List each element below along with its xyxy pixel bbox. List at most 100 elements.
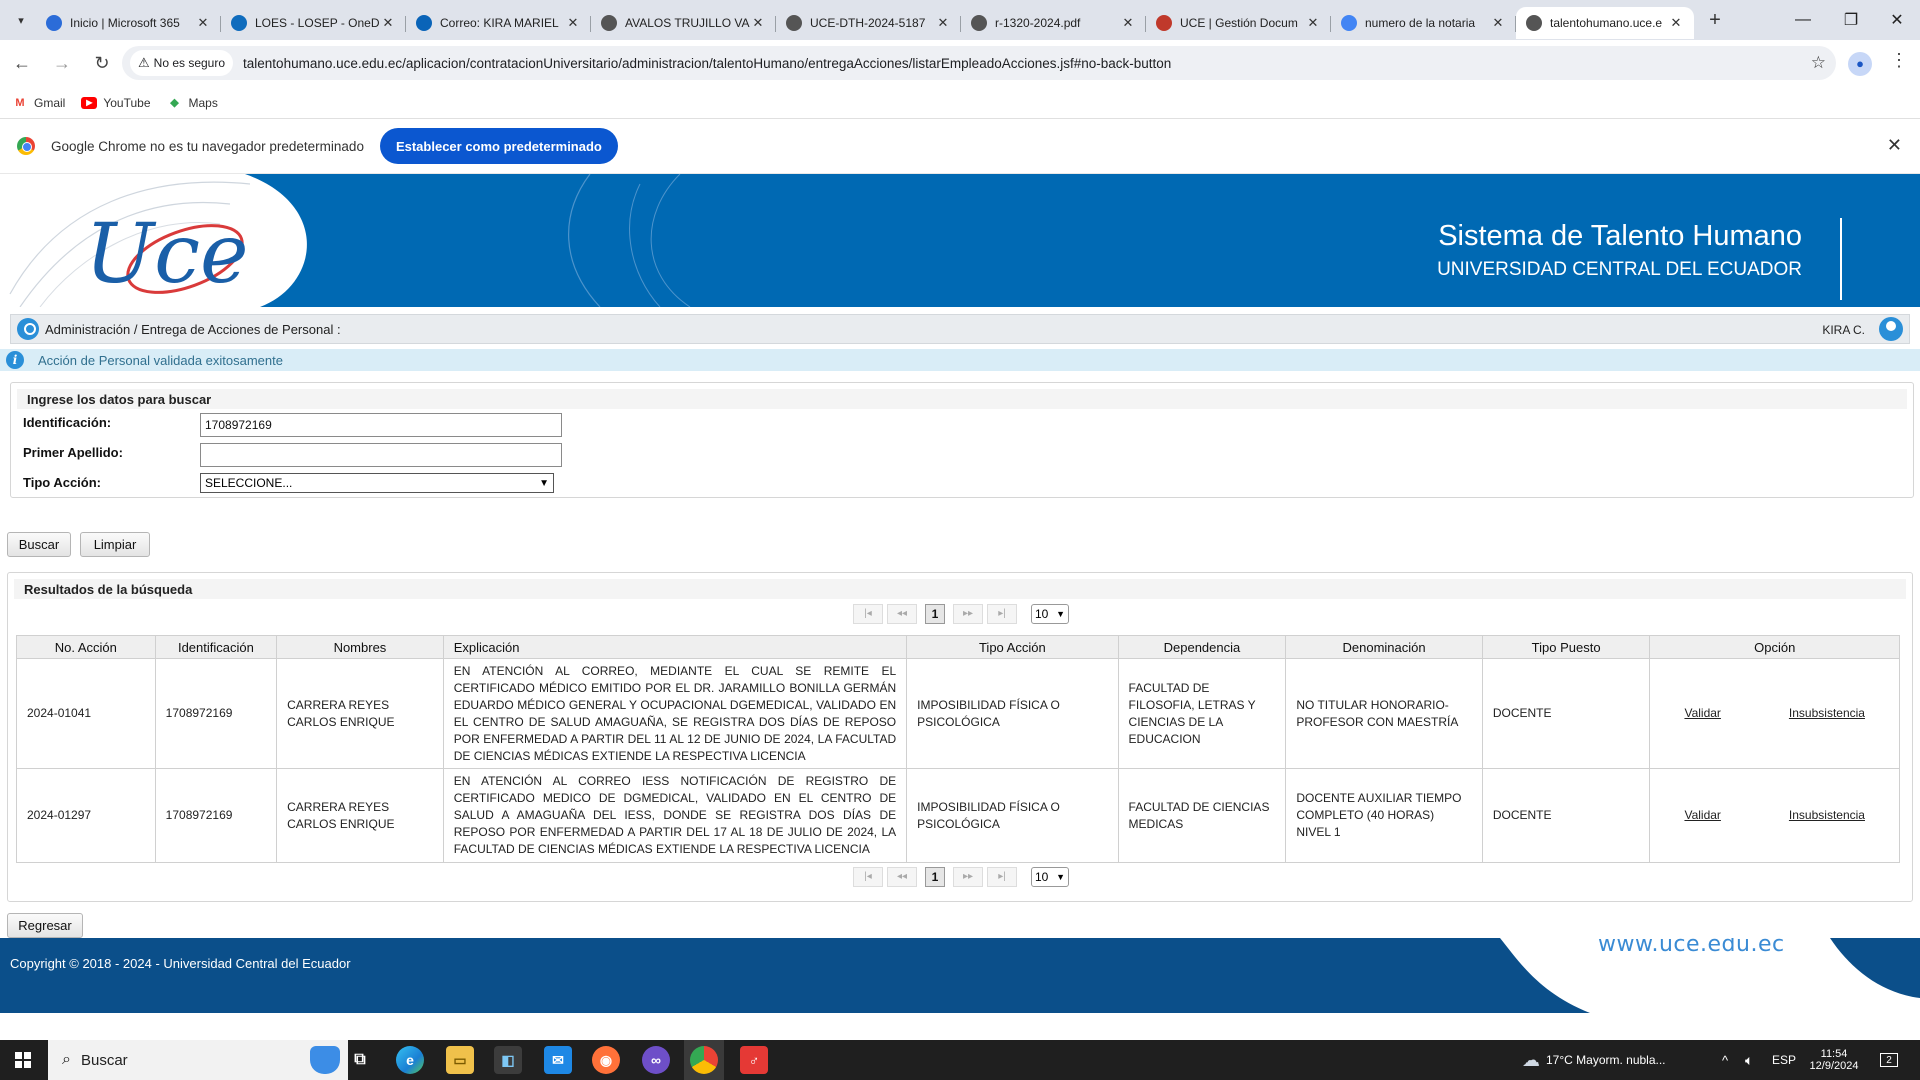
last-page-icon[interactable]: ▸| — [987, 604, 1017, 624]
current-page[interactable]: 1 — [925, 867, 945, 887]
close-tab-icon[interactable]: ✕ — [565, 15, 581, 31]
browser-tab[interactable]: Inicio | Microsoft 365 ✕ — [36, 7, 221, 39]
tab-title: talentohumano.uce.e — [1550, 16, 1663, 30]
mail-icon[interactable]: ✉ — [544, 1046, 572, 1074]
browser-tab[interactable]: LOES - LOSEP - OneD ✕ — [221, 7, 406, 39]
menu-kebab-icon[interactable]: ⋮ — [1890, 50, 1908, 71]
globe-icon — [601, 15, 617, 31]
acrobat-icon[interactable]: ♂ — [740, 1046, 768, 1074]
taskbar-search-text: Buscar — [80, 1051, 128, 1069]
insubsistence-link[interactable]: Insubsistencia — [1789, 808, 1865, 822]
next-page-icon[interactable]: ▸▸ — [953, 604, 983, 624]
table-header-row: No. Acción Identificación Nombres Explicaci… — [16, 635, 1900, 659]
cell-action-type: IMPOSIBILIDAD FÍSICA O PSICOLÓGICA — [906, 768, 1119, 863]
weather-widget[interactable]: ☁ 17°C Mayorm. nubla... — [1522, 1040, 1666, 1080]
close-tab-icon[interactable]: ✕ — [1305, 15, 1321, 31]
chrome-icon[interactable] — [690, 1046, 718, 1074]
website-text[interactable]: www.uce.edu.ec — [1598, 938, 1785, 957]
omnibox[interactable]: ⚠ No es seguro talentohumano.uce.edu.ec/… — [122, 46, 1836, 80]
svg-text:Uce: Uce — [85, 207, 249, 302]
id-input[interactable] — [200, 413, 562, 437]
tab-title: r-1320-2024.pdf — [995, 16, 1081, 30]
cell-name: CARRERA REYES CARLOS ENRIQUE — [276, 658, 444, 769]
bookmark-maps[interactable]: ◆ Maps — [167, 96, 218, 110]
taskbar-search[interactable]: ⌕ Buscar — [48, 1040, 348, 1080]
task-view-icon[interactable]: ⧉ — [346, 1046, 374, 1074]
clipchamp-icon[interactable]: ∞ — [642, 1046, 670, 1074]
clock[interactable]: 11:54 12/9/2024 — [1806, 1040, 1862, 1080]
volume-icon[interactable]: 🔈︎ — [1745, 1040, 1753, 1080]
browser-tab[interactable]: UCE-DTH-2024-5187 ✕ — [776, 7, 961, 39]
close-tab-icon[interactable]: ✕ — [195, 15, 211, 31]
profile-icon[interactable]: ● — [1848, 52, 1872, 76]
prev-page-icon[interactable]: ◂◂ — [887, 604, 917, 624]
close-window-icon[interactable]: ✕ — [1874, 0, 1920, 40]
user-name[interactable]: KIRA C. — [1822, 323, 1865, 337]
tray-chevron-icon[interactable]: ^ — [1722, 1040, 1728, 1080]
new-tab-icon[interactable]: + — [1700, 9, 1730, 32]
tab-search-icon[interactable]: ▾ — [6, 5, 36, 35]
browser-tab[interactable]: Correo: KIRA MARIEL ✕ — [406, 7, 591, 39]
info-icon: i — [6, 351, 24, 369]
back-icon[interactable]: ← — [4, 46, 40, 82]
file-explorer-icon[interactable]: ▭ — [446, 1046, 474, 1074]
browser-tab-strip: ▾ Inicio | Microsoft 365 ✕ LOES - LOSEP - … — [0, 0, 1920, 40]
rows-per-page-select[interactable]: 10 ▼ — [1031, 867, 1069, 887]
cell-action-no: 2024-01041 — [16, 658, 156, 769]
validate-link[interactable]: Validar — [1684, 706, 1720, 720]
breadcrumb: Administración / Entrega de Acciones de … — [10, 314, 1910, 344]
close-tab-icon[interactable]: ✕ — [1490, 15, 1506, 31]
language-indicator[interactable]: ESP — [1772, 1040, 1796, 1080]
close-infobar-icon[interactable]: ✕ — [1887, 135, 1902, 156]
cell-position-type: DOCENTE — [1481, 658, 1651, 769]
bookmark-gmail[interactable]: M Gmail — [12, 96, 65, 110]
m365-icon — [46, 15, 62, 31]
lastname-input[interactable] — [200, 443, 562, 467]
first-page-icon[interactable]: |◂ — [853, 867, 883, 887]
set-default-button[interactable]: Establecer como predeterminado — [379, 128, 618, 164]
reload-icon[interactable]: ↻ — [84, 46, 120, 82]
firefox-icon[interactable]: ◉ — [592, 1046, 620, 1074]
bookmark-youtube[interactable]: ▶ YouTube — [81, 96, 151, 110]
url-text[interactable]: talentohumano.uce.edu.ec/aplicacion/cont… — [243, 56, 1171, 71]
browser-tab[interactable]: numero de la notaria ✕ — [1331, 7, 1516, 39]
pager-bottom: |◂ ◂◂ 1 ▸▸ ▸| 10 ▼ — [8, 866, 1912, 888]
start-button[interactable] — [0, 1040, 46, 1080]
table-row: 2024-01297 1708972169 CARRERA REYES CARLOS… — [16, 768, 1900, 863]
close-tab-icon[interactable]: ✕ — [1668, 15, 1684, 31]
column-header: Identificación — [154, 635, 278, 659]
current-page[interactable]: 1 — [925, 604, 945, 624]
browser-tab[interactable]: UCE | Gestión Docum ✕ — [1146, 7, 1331, 39]
browser-tab[interactable]: r-1320-2024.pdf ✕ — [961, 7, 1146, 39]
validate-link[interactable]: Validar — [1684, 808, 1720, 822]
edge-icon[interactable]: e — [396, 1046, 424, 1074]
back-button[interactable]: Regresar — [7, 913, 83, 938]
rows-per-page-select[interactable]: 10 ▼ — [1031, 604, 1069, 624]
default-browser-infobar: Google Chrome no es tu navegador predete… — [0, 119, 1920, 174]
insubsistence-link[interactable]: Insubsistencia — [1789, 706, 1865, 720]
close-tab-icon[interactable]: ✕ — [1120, 15, 1136, 31]
action-type-select[interactable]: SELECCIONE... ▼ — [200, 473, 554, 493]
prev-page-icon[interactable]: ◂◂ — [887, 867, 917, 887]
notifications-icon[interactable]: 2 — [1880, 1040, 1898, 1080]
store-icon[interactable]: ◧ — [494, 1046, 522, 1074]
browser-tab[interactable]: AVALOS TRUJILLO VA ✕ — [591, 7, 776, 39]
next-page-icon[interactable]: ▸▸ — [953, 867, 983, 887]
results-panel: Resultados de la búsqueda |◂ ◂◂ 1 ▸▸ ▸| … — [7, 572, 1913, 902]
windows-logo-icon — [15, 1052, 31, 1068]
restore-icon[interactable]: ❐ — [1828, 0, 1874, 40]
close-tab-icon[interactable]: ✕ — [750, 15, 766, 31]
search-button[interactable]: Buscar — [7, 532, 71, 557]
clear-button[interactable]: Limpiar — [80, 532, 150, 557]
last-page-icon[interactable]: ▸| — [987, 867, 1017, 887]
user-avatar-icon[interactable] — [1879, 317, 1903, 341]
not-secure-chip[interactable]: ⚠ No es seguro — [130, 50, 234, 76]
minimize-icon[interactable]: — — [1780, 0, 1826, 40]
first-page-icon[interactable]: |◂ — [853, 604, 883, 624]
forward-icon[interactable]: → — [44, 46, 80, 82]
bookmark-star-icon[interactable]: ☆ — [1811, 53, 1826, 73]
close-tab-icon[interactable]: ✕ — [380, 15, 396, 31]
id-label: Identificación: — [23, 415, 112, 430]
browser-tab[interactable]: talentohumano.uce.e ✕ — [1516, 7, 1694, 39]
close-tab-icon[interactable]: ✕ — [935, 15, 951, 31]
